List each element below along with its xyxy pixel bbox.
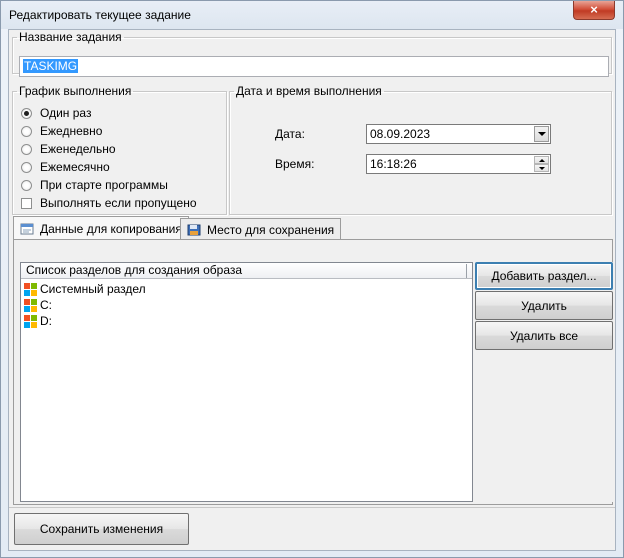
date-value: 08.09.2023 <box>370 127 431 141</box>
chevron-up-icon <box>538 158 545 162</box>
schedule-option-daily[interactable]: Ежедневно <box>21 123 102 139</box>
task-name-value: TASKIMG <box>23 59 79 73</box>
close-button[interactable]: × <box>573 1 615 20</box>
close-icon: × <box>590 2 598 17</box>
radio-daily[interactable] <box>21 125 32 137</box>
list-item[interactable]: Системный раздел <box>24 281 146 297</box>
windows-logo-icon <box>24 298 37 312</box>
spin-up-button[interactable] <box>534 156 549 164</box>
spin-down-button[interactable] <box>534 164 549 172</box>
windows-logo-icon <box>24 314 37 328</box>
tab-label: Данные для копирования <box>40 221 182 236</box>
radio-once[interactable] <box>21 107 32 119</box>
run-if-missed-checkbox[interactable] <box>21 197 32 209</box>
task-name-group: Название задания TASKIMG <box>12 30 612 77</box>
schedule-option-label: Ежемесячно <box>40 160 110 174</box>
datetime-legend: Дата и время выполнения <box>236 84 382 98</box>
tab-save-location[interactable]: Место для сохранения <box>180 218 342 240</box>
add-partition-button[interactable]: Добавить раздел... <box>475 262 613 290</box>
list-item-label: D: <box>40 314 52 328</box>
time-value: 16:18:26 <box>370 157 417 171</box>
schedule-option-label: Ежедневно <box>40 124 103 138</box>
column-separator[interactable] <box>466 264 468 278</box>
chevron-down-icon <box>538 166 545 170</box>
remove-all-button[interactable]: Удалить все <box>475 321 613 350</box>
partition-actions-panel: Добавить раздел... Удалить Удалить все <box>475 262 613 502</box>
run-if-missed-option[interactable]: Выполнять если пропущено <box>21 195 197 211</box>
tab-label: Место для сохранения <box>207 222 335 237</box>
date-label: Дата: <box>275 127 305 141</box>
save-changes-button[interactable]: Сохранить изменения <box>14 513 189 545</box>
schedule-option-label: Один раз <box>40 106 92 120</box>
windows-logo-icon <box>24 282 37 296</box>
time-spinner[interactable] <box>534 156 549 172</box>
time-picker[interactable]: 16:18:26 <box>366 154 551 174</box>
schedule-option-label: Еженедельно <box>40 142 116 156</box>
dialog-window: Редактировать текущее задание × Название… <box>0 0 624 558</box>
dialog-client-area: Название задания TASKIMG График выполнен… <box>8 29 616 551</box>
radio-weekly[interactable] <box>21 143 32 155</box>
radio-monthly[interactable] <box>21 161 32 173</box>
task-name-legend: Название задания <box>19 30 122 44</box>
list-item[interactable]: C: <box>24 297 52 313</box>
datetime-group: Дата и время выполнения Дата: 08.09.2023… <box>229 84 612 215</box>
chevron-down-icon <box>537 132 546 136</box>
schedule-option-label: При старте программы <box>40 178 168 192</box>
date-dropdown-button[interactable] <box>534 126 549 142</box>
footer-divider <box>9 507 615 508</box>
tab-copy-data[interactable]: Данные для копирования <box>13 216 189 240</box>
schedule-option-startup[interactable]: При старте программы <box>21 177 168 193</box>
list-item-label: Системный раздел <box>40 282 146 296</box>
time-label: Время: <box>275 157 315 171</box>
schedule-option-monthly[interactable]: Ежемесячно <box>21 159 110 175</box>
remove-button[interactable]: Удалить <box>475 291 613 320</box>
schedule-option-weekly[interactable]: Еженедельно <box>21 141 116 157</box>
date-picker[interactable]: 08.09.2023 <box>366 124 551 144</box>
partition-list[interactable]: Список разделов для создания образа Сист… <box>20 262 473 502</box>
schedule-legend: График выполнения <box>19 84 132 98</box>
schedule-group: График выполнения Один раз Ежедневно Еже… <box>12 84 227 215</box>
copy-data-panel: Список разделов для создания образа Сист… <box>13 239 613 505</box>
task-name-input[interactable]: TASKIMG <box>19 56 609 77</box>
schedule-option-once[interactable]: Один раз <box>21 105 91 121</box>
window-title: Редактировать текущее задание <box>9 8 191 22</box>
radio-startup[interactable] <box>21 179 32 191</box>
list-item-label: C: <box>40 298 52 312</box>
document-icon <box>20 223 34 235</box>
partition-list-header-label: Список разделов для создания образа <box>26 263 243 277</box>
list-item[interactable]: D: <box>24 313 52 329</box>
partition-list-header[interactable]: Список разделов для создания образа <box>21 263 472 279</box>
run-if-missed-label: Выполнять если пропущено <box>40 196 197 210</box>
title-bar: Редактировать текущее задание × <box>1 1 623 29</box>
disk-icon <box>187 224 201 236</box>
